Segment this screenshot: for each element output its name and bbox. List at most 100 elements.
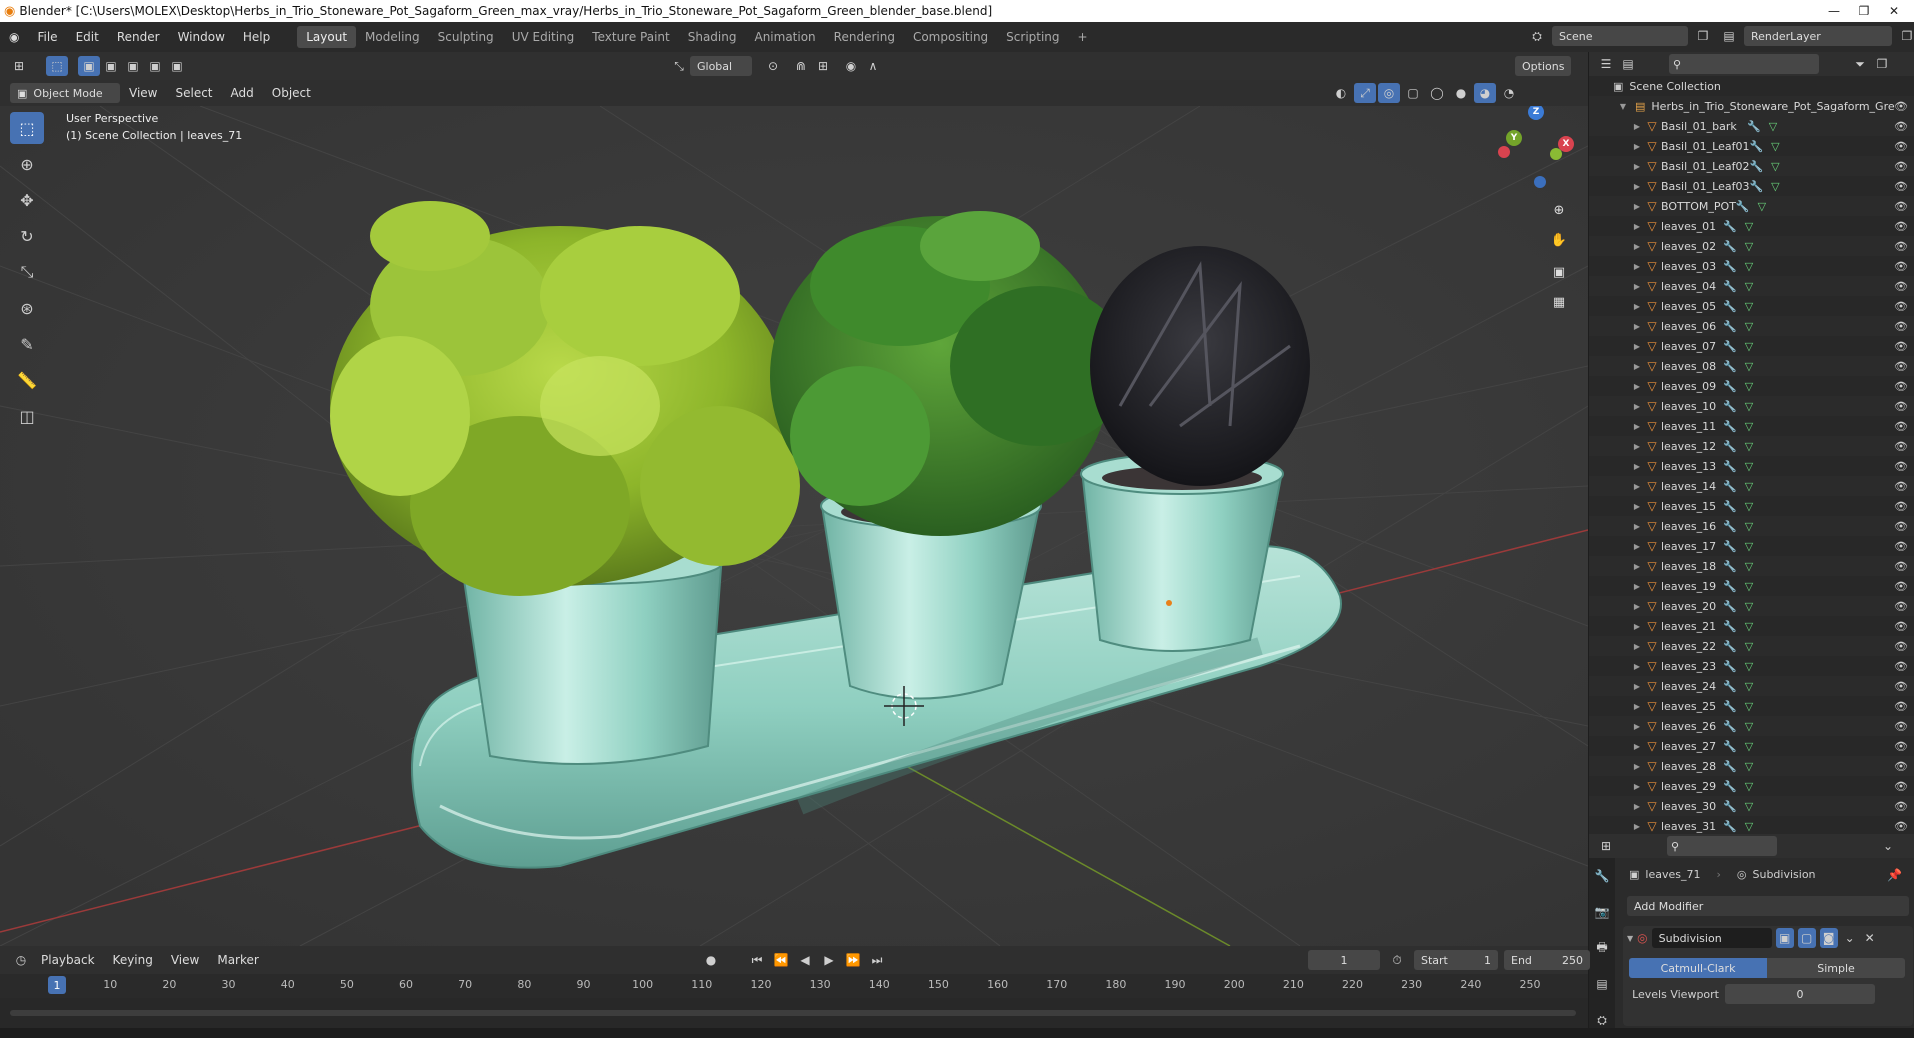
- play-reverse-icon[interactable]: ◀: [794, 950, 816, 970]
- modifier-wrench-icon[interactable]: 🔧: [1723, 520, 1737, 533]
- modifier-wrench-icon[interactable]: 🔧: [1723, 540, 1737, 553]
- modifier-wrench-icon[interactable]: 🔧: [1723, 500, 1737, 513]
- modifier-wrench-icon[interactable]: 🔧: [1723, 420, 1737, 433]
- render-layer-icon[interactable]: ▤: [1718, 26, 1740, 46]
- modifier-wrench-icon[interactable]: 🔧: [1723, 720, 1737, 733]
- prev-keyframe-icon[interactable]: ⏪: [770, 950, 792, 970]
- eye-icon[interactable]: 👁: [1894, 100, 1908, 113]
- material-shading-icon[interactable]: ◕: [1474, 83, 1496, 103]
- eye-icon[interactable]: 👁: [1894, 240, 1908, 253]
- tool-tab-icon[interactable]: 🔧: [1591, 866, 1613, 886]
- outliner-object-row[interactable]: ▶ ▽ leaves_23 🔧 ▽ 👁: [1589, 656, 1914, 676]
- outliner-object-row[interactable]: ▶ ▽ leaves_29 🔧 ▽ 👁: [1589, 776, 1914, 796]
- eye-icon[interactable]: 👁: [1894, 600, 1908, 613]
- eye-icon[interactable]: 👁: [1894, 500, 1908, 513]
- expand-object-icon[interactable]: ▶: [1631, 242, 1643, 251]
- scene-tab-icon[interactable]: ⛭: [1591, 1010, 1613, 1030]
- expand-object-icon[interactable]: ▶: [1631, 502, 1643, 511]
- modifier-wrench-icon[interactable]: 🔧: [1723, 740, 1737, 753]
- playhead[interactable]: 1: [48, 976, 66, 994]
- expand-collection-icon[interactable]: ▼: [1617, 102, 1629, 111]
- outliner-object-row[interactable]: ▶ ▽ Basil_01_Leaf02 🔧 ▽ 👁: [1589, 156, 1914, 176]
- outliner-object-row[interactable]: ▶ ▽ leaves_14 🔧 ▽ 👁: [1589, 476, 1914, 496]
- modifier-wrench-icon[interactable]: 🔧: [1723, 400, 1737, 413]
- eye-icon[interactable]: 👁: [1894, 160, 1908, 173]
- expand-object-icon[interactable]: ▶: [1631, 622, 1643, 631]
- expand-object-icon[interactable]: ▶: [1631, 742, 1643, 751]
- gizmo-z-icon[interactable]: Z: [1528, 106, 1544, 120]
- modifier-wrench-icon[interactable]: 🔧: [1747, 120, 1761, 133]
- rendered-shading-icon[interactable]: ◔: [1498, 83, 1520, 103]
- select-invert-icon[interactable]: ▣: [144, 56, 166, 76]
- tab-shading[interactable]: Shading: [679, 26, 746, 48]
- expand-object-icon[interactable]: ▶: [1631, 162, 1643, 171]
- menu-edit[interactable]: Edit: [67, 30, 108, 44]
- tab-sculpting[interactable]: Sculpting: [429, 26, 503, 48]
- modifier-name-input[interactable]: Subdivision: [1651, 928, 1772, 948]
- menu-window[interactable]: Window: [169, 30, 234, 44]
- tab-layout[interactable]: Layout: [297, 26, 357, 48]
- pivot-point-icon[interactable]: ⊙: [762, 56, 784, 76]
- remove-modifier-icon[interactable]: ✕: [1862, 928, 1878, 948]
- expand-object-icon[interactable]: ▶: [1631, 722, 1643, 731]
- expand-object-icon[interactable]: ▶: [1631, 482, 1643, 491]
- outliner-object-row[interactable]: ▶ ▽ leaves_17 🔧 ▽ 👁: [1589, 536, 1914, 556]
- eye-icon[interactable]: 👁: [1894, 480, 1908, 493]
- mesh-data-icon[interactable]: ▽: [1745, 480, 1753, 493]
- render-layer-selector[interactable]: RenderLayer: [1744, 26, 1892, 46]
- pin-icon[interactable]: 📌: [1887, 868, 1902, 882]
- viewport-menu-select[interactable]: Select: [166, 86, 221, 100]
- eye-icon[interactable]: 👁: [1894, 260, 1908, 273]
- outliner-search-input[interactable]: ⚲: [1669, 54, 1819, 74]
- modifier-wrench-icon[interactable]: 🔧: [1723, 300, 1737, 313]
- ortho-grid-icon[interactable]: ▦: [1545, 288, 1573, 316]
- maximize-button[interactable]: ❐: [1854, 0, 1874, 22]
- outliner-collection-row[interactable]: ▼ ▤ Herbs_in_Trio_Stoneware_Pot_Sagaform…: [1589, 96, 1914, 116]
- outliner-object-row[interactable]: ▶ ▽ leaves_27 🔧 ▽ 👁: [1589, 736, 1914, 756]
- outliner-object-row[interactable]: ▶ ▽ Basil_01_Leaf01 🔧 ▽ 👁: [1589, 136, 1914, 156]
- modifier-wrench-icon[interactable]: 🔧: [1723, 680, 1737, 693]
- expand-object-icon[interactable]: ▶: [1631, 642, 1643, 651]
- mesh-data-icon[interactable]: ▽: [1745, 640, 1753, 653]
- end-frame-field[interactable]: End 250: [1504, 950, 1590, 970]
- modifier-wrench-icon[interactable]: 🔧: [1723, 800, 1737, 813]
- eye-icon[interactable]: 👁: [1894, 620, 1908, 633]
- eye-icon[interactable]: 👁: [1894, 180, 1908, 193]
- expand-object-icon[interactable]: ▶: [1631, 462, 1643, 471]
- mesh-data-icon[interactable]: ▽: [1771, 180, 1779, 193]
- eye-icon[interactable]: 👁: [1894, 440, 1908, 453]
- properties-editor-type-icon[interactable]: ⊞: [1595, 836, 1617, 856]
- outliner-object-row[interactable]: ▶ ▽ leaves_22 🔧 ▽ 👁: [1589, 636, 1914, 656]
- expand-object-icon[interactable]: ▶: [1631, 662, 1643, 671]
- mesh-data-icon[interactable]: ▽: [1745, 240, 1753, 253]
- blender-menu-icon[interactable]: ◉: [0, 30, 28, 44]
- overlay-toggle-icon[interactable]: ◎: [1378, 83, 1400, 103]
- eye-icon[interactable]: 👁: [1894, 540, 1908, 553]
- simple-option[interactable]: Simple: [1767, 958, 1905, 978]
- outliner-object-row[interactable]: ▶ ▽ leaves_30 🔧 ▽ 👁: [1589, 796, 1914, 816]
- solid-shading-icon[interactable]: ●: [1450, 83, 1472, 103]
- expand-object-icon[interactable]: ▶: [1631, 422, 1643, 431]
- rotate-tool-icon[interactable]: ↻: [10, 220, 44, 252]
- mesh-data-icon[interactable]: ▽: [1769, 120, 1777, 133]
- outliner-object-row[interactable]: ▶ ▽ leaves_19 🔧 ▽ 👁: [1589, 576, 1914, 596]
- expand-object-icon[interactable]: ▶: [1631, 342, 1643, 351]
- mesh-data-icon[interactable]: ▽: [1745, 700, 1753, 713]
- timeline-menu-marker[interactable]: Marker: [208, 953, 267, 967]
- expand-object-icon[interactable]: ▶: [1631, 542, 1643, 551]
- edit-mode-toggle-icon[interactable]: ▣: [1775, 928, 1794, 948]
- gizmo-neg-z-icon[interactable]: [1534, 176, 1546, 188]
- modifier-wrench-icon[interactable]: 🔧: [1723, 560, 1737, 573]
- eye-icon[interactable]: 👁: [1894, 680, 1908, 693]
- mesh-data-icon[interactable]: ▽: [1745, 280, 1753, 293]
- modifier-wrench-icon[interactable]: 🔧: [1723, 440, 1737, 453]
- close-button[interactable]: ✕: [1874, 0, 1914, 22]
- eye-icon[interactable]: 👁: [1894, 300, 1908, 313]
- modifier-wrench-icon[interactable]: 🔧: [1723, 340, 1737, 353]
- mesh-data-icon[interactable]: ▽: [1745, 420, 1753, 433]
- outliner-object-row[interactable]: ▶ ▽ leaves_31 🔧 ▽ 👁: [1589, 816, 1914, 834]
- tab-scripting[interactable]: Scripting: [997, 26, 1068, 48]
- outliner-object-row[interactable]: ▶ ▽ leaves_21 🔧 ▽ 👁: [1589, 616, 1914, 636]
- next-keyframe-icon[interactable]: ⏩: [842, 950, 864, 970]
- mesh-data-icon[interactable]: ▽: [1745, 320, 1753, 333]
